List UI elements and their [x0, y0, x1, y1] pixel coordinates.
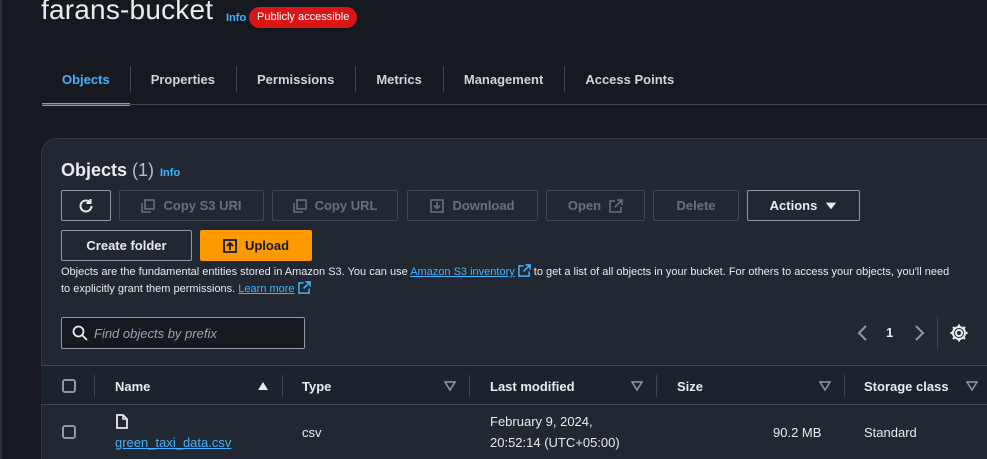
previous-page-icon[interactable]	[854, 323, 872, 343]
column-header-type[interactable]: Type	[302, 366, 331, 406]
upload-label: Upload	[244, 238, 290, 253]
sort-icon[interactable]	[444, 380, 456, 392]
search-box	[61, 317, 305, 349]
s3-inventory-link[interactable]: Amazon S3 inventory	[410, 266, 515, 278]
copy-icon	[141, 198, 156, 213]
current-page-number[interactable]: 1	[886, 325, 893, 340]
tab-properties[interactable]: Properties	[129, 53, 236, 105]
learn-more-link[interactable]: Learn more	[238, 283, 294, 295]
object-last-modified-date: February 9, 2024,	[490, 414, 593, 429]
download-icon	[430, 198, 445, 213]
objects-info-link[interactable]: Info	[160, 167, 180, 179]
description-text-1: Objects are the fundamental entities sto…	[61, 266, 411, 278]
search-icon	[72, 325, 88, 341]
refresh-icon	[79, 198, 93, 212]
column-divider	[282, 375, 283, 397]
sort-ascending-icon[interactable]	[257, 380, 269, 392]
objects-title-text: Objects	[61, 160, 128, 180]
column-divider	[656, 375, 657, 397]
download-label: Download	[452, 198, 515, 213]
table-header: Name Type Last modified Size Storage cla…	[41, 365, 987, 405]
column-header-last-modified[interactable]: Last modified	[490, 366, 575, 406]
table-row: green_taxi_data.csv csv February 9, 2024…	[41, 405, 987, 459]
actions-dropdown-button[interactable]: Actions	[747, 190, 860, 221]
next-page-icon[interactable]	[910, 323, 928, 343]
object-type: csv	[302, 425, 322, 440]
copy-url-label: Copy URL	[314, 198, 378, 213]
tab-access-points[interactable]: Access Points	[564, 53, 695, 105]
row-checkbox[interactable]	[62, 425, 76, 439]
search-input[interactable]	[94, 325, 294, 341]
object-storage-class: Standard	[864, 425, 917, 440]
column-header-size[interactable]: Size	[677, 366, 703, 406]
copy-url-button[interactable]: Copy URL	[272, 190, 398, 221]
public-access-badge: Publicly accessible	[249, 7, 358, 28]
actions-label: Actions	[769, 198, 818, 213]
tab-objects[interactable]: Objects	[42, 53, 130, 106]
objects-count: (1)	[132, 160, 155, 180]
file-icon	[116, 414, 128, 429]
tab-permissions[interactable]: Permissions	[236, 53, 355, 105]
open-button[interactable]: Open	[546, 190, 645, 221]
upload-icon	[223, 238, 237, 253]
delete-label: Delete	[676, 198, 716, 213]
upload-button[interactable]: Upload	[200, 230, 312, 261]
tabs-divider	[42, 104, 987, 105]
copy-s3-uri-button[interactable]: Copy S3 URI	[119, 190, 264, 221]
open-label: Open	[567, 198, 602, 213]
column-divider	[94, 375, 95, 397]
external-link-icon	[517, 264, 531, 277]
select-all-checkbox[interactable]	[62, 379, 76, 393]
object-last-modified-time: 20:52:14 (UTC+05:00)	[490, 435, 620, 450]
gear-icon[interactable]	[949, 323, 969, 343]
tab-metrics[interactable]: Metrics	[355, 53, 443, 105]
object-size: 90.2 MB	[773, 425, 822, 440]
download-button[interactable]: Download	[407, 190, 538, 221]
delete-button[interactable]: Delete	[653, 190, 739, 221]
title-info-link[interactable]: Info	[226, 12, 246, 24]
external-link-icon	[297, 281, 311, 294]
tab-management[interactable]: Management	[442, 53, 564, 105]
copy-icon	[292, 198, 307, 213]
sort-icon[interactable]	[631, 380, 643, 392]
tab-bar: Objects Properties Permissions Metrics M…	[42, 53, 695, 106]
sort-icon[interactable]	[819, 380, 831, 392]
objects-section-title: Objects (1)	[61, 160, 154, 181]
create-folder-button[interactable]: Create folder	[61, 230, 192, 261]
left-border	[0, 0, 2, 459]
page-title: farans-bucket	[41, 0, 214, 25]
column-header-name[interactable]: Name	[115, 366, 150, 406]
object-name-link[interactable]: green_taxi_data.csv	[115, 435, 231, 450]
sort-icon[interactable]	[966, 380, 978, 392]
create-folder-label: Create folder	[86, 238, 167, 253]
pagination-divider	[937, 317, 938, 349]
external-link-icon	[609, 198, 623, 213]
column-header-storage-class[interactable]: Storage class	[864, 366, 949, 406]
caret-down-icon	[826, 202, 837, 209]
objects-description: Objects are the fundamental entities sto…	[61, 264, 961, 298]
column-divider	[844, 375, 845, 397]
copy-s3-uri-label: Copy S3 URI	[163, 198, 242, 213]
refresh-button[interactable]	[61, 190, 111, 221]
column-divider	[469, 375, 470, 397]
